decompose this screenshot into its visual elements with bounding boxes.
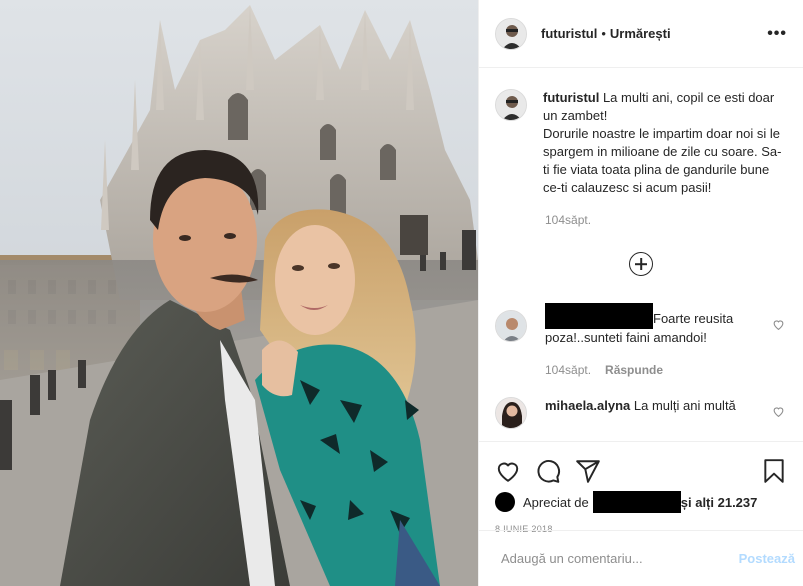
likes-count-link[interactable]: și alți 21.237 bbox=[681, 495, 758, 510]
likes-prefix: Apreciat de bbox=[523, 494, 589, 510]
more-options-icon[interactable]: ••• bbox=[767, 25, 787, 43]
comment-age[interactable]: 104săpt. bbox=[545, 363, 591, 377]
post-photo[interactable] bbox=[0, 0, 478, 586]
reply-button[interactable]: Răspunde bbox=[605, 363, 663, 377]
post-details-panel: futuristul • Urmărești ••• futuristul La… bbox=[478, 0, 803, 586]
separator-dot: • bbox=[601, 26, 606, 41]
add-comment-bar: Postează bbox=[479, 530, 803, 586]
comment-username[interactable]: mihaela.alyna bbox=[545, 398, 630, 413]
author-avatar[interactable] bbox=[495, 17, 527, 50]
author-username[interactable]: futuristul bbox=[541, 26, 597, 41]
post-header: futuristul • Urmărești ••• bbox=[479, 0, 803, 68]
following-button[interactable]: Urmărești bbox=[610, 26, 671, 41]
caption-username[interactable]: futuristul bbox=[543, 90, 599, 105]
likes-summary: Apreciat de și alți 21.237 bbox=[479, 490, 803, 514]
comment-like-heart-icon[interactable] bbox=[772, 405, 785, 418]
redacted-username bbox=[545, 302, 653, 329]
avatar-image bbox=[496, 90, 526, 120]
post-comment-button[interactable]: Postează bbox=[739, 551, 795, 566]
redacted-liker-name bbox=[592, 491, 681, 513]
avatar-image bbox=[496, 397, 526, 428]
comment-avatar[interactable] bbox=[495, 310, 527, 342]
caption-text: La multi ani, copil ce esti doar un zamb… bbox=[543, 90, 782, 195]
heart-icon[interactable] bbox=[495, 458, 521, 484]
bookmark-icon[interactable] bbox=[761, 458, 787, 484]
avatar-image bbox=[496, 18, 526, 49]
comment-item: mihaela.alyna La mulți ani multă bbox=[479, 396, 803, 429]
comment-icon[interactable] bbox=[535, 458, 561, 484]
post-caption: futuristul La multi ani, copil ce esti d… bbox=[479, 69, 803, 197]
caption-text-block: futuristul La multi ani, copil ce esti d… bbox=[543, 89, 787, 197]
avatar-image bbox=[496, 311, 526, 341]
action-icons-row bbox=[479, 442, 803, 490]
comment-body: Foarte reusita poza!..sunteti faini aman… bbox=[545, 302, 765, 347]
post-image bbox=[0, 0, 478, 586]
plus-circle-icon[interactable] bbox=[629, 252, 653, 276]
comment-like-heart-icon[interactable] bbox=[772, 318, 785, 331]
comments-section[interactable]: futuristul La multi ani, copil ce esti d… bbox=[479, 69, 803, 441]
caption-age[interactable]: 104săpt. bbox=[545, 213, 591, 227]
caption-avatar[interactable] bbox=[495, 89, 527, 121]
comment-text: La mulți ani multă bbox=[633, 397, 736, 413]
share-icon[interactable] bbox=[575, 458, 601, 484]
comment-input[interactable] bbox=[501, 551, 739, 566]
caption-meta: 104săpt. bbox=[545, 213, 803, 227]
comment-meta: 104săpt. Răspunde bbox=[545, 363, 803, 377]
liker-avatar[interactable] bbox=[495, 492, 515, 512]
comment-avatar[interactable] bbox=[495, 396, 527, 429]
comment-body: mihaela.alyna La mulți ani multă bbox=[545, 397, 765, 429]
comment-item: Foarte reusita poza!..sunteti faini aman… bbox=[479, 302, 803, 347]
